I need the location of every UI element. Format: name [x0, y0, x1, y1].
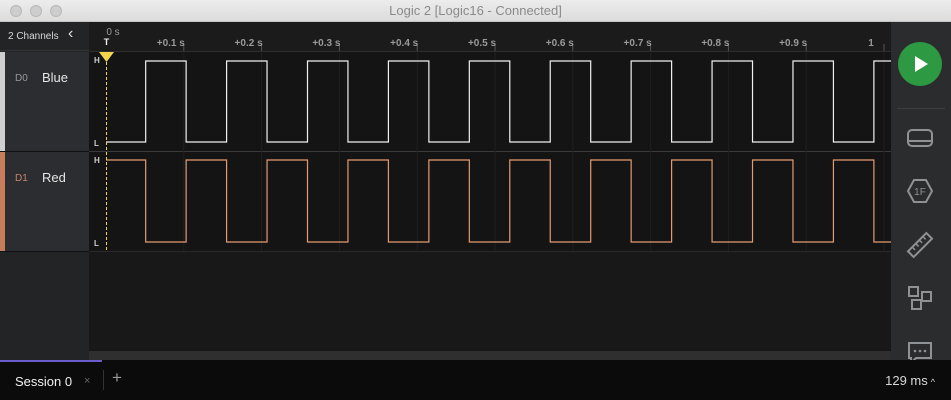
level-high-label: H	[94, 156, 100, 165]
lane-background-d0	[89, 52, 891, 151]
tick-label: +0.6 s	[546, 38, 575, 49]
extensions-icon[interactable]	[906, 284, 934, 312]
tick-label: +0.4 s	[390, 38, 419, 49]
session-tab-label: Session 0	[15, 374, 73, 389]
toolbar-divider	[897, 108, 945, 109]
capture-duration: 129 ms	[885, 373, 928, 388]
right-toolbar: 1F	[891, 22, 951, 366]
horizontal-scrollbar	[89, 351, 891, 360]
lane-background-d1	[89, 152, 891, 251]
start-capture-button[interactable]	[898, 42, 942, 86]
channels-header: 2 Channels ‹	[0, 22, 89, 51]
waveform-view[interactable]: 0 s +0.1 s +0.2 s +0.3 s +0.4 s +0.5 s +0.6 s +…	[89, 22, 891, 360]
tick-label: +0.3 s	[312, 38, 341, 49]
add-session-button[interactable]: +	[112, 368, 122, 388]
channel-row-d0[interactable]: D0 Blue	[0, 52, 89, 152]
chevron-up-icon: ^	[930, 377, 935, 387]
record-icon[interactable]	[906, 124, 934, 152]
channel-color-swatch	[0, 52, 5, 151]
digital-trigger-icon[interactable]: 1F	[906, 177, 934, 205]
svg-text:1F: 1F	[914, 187, 926, 198]
channel-index: D1	[15, 173, 28, 184]
capture-duration-status[interactable]: 129 ms ^	[885, 373, 935, 388]
session-bar: Session 0 × + 129 ms ^	[0, 360, 951, 400]
tick-label: +0.8 s	[701, 38, 730, 49]
close-session-icon[interactable]: ×	[84, 375, 90, 387]
channel-name[interactable]: Blue	[42, 70, 68, 85]
channel-name[interactable]: Red	[42, 170, 66, 185]
tick-label: +0.2 s	[235, 38, 264, 49]
tick-label: +0.9 s	[779, 38, 808, 49]
waveform-canvas[interactable]: 0 s+0.1 s +0.2 s +0.3 s +0.4 s +0.5 s +0.6 s +…	[89, 22, 891, 360]
trigger-label: T	[104, 37, 110, 47]
collapse-panel-icon[interactable]: ‹	[68, 25, 73, 43]
tick-label: 1	[868, 38, 874, 49]
empty-lane-area	[89, 252, 891, 350]
level-low-label: L	[94, 239, 99, 248]
play-icon	[915, 56, 928, 72]
tick-label: +0.5 s	[468, 38, 497, 49]
channel-index: D0	[15, 73, 28, 84]
channel-count: 2 Channels	[8, 31, 59, 42]
window-titlebar: Logic 2 [Logic16 - Connected]	[0, 0, 951, 22]
session-tab[interactable]: Session 0 ×	[0, 360, 102, 400]
channel-color-swatch	[0, 152, 5, 251]
channels-panel: 2 Channels ‹ D0 Blue D1 Red	[0, 22, 89, 360]
measure-icon[interactable]	[906, 231, 934, 259]
level-low-label: L	[94, 139, 99, 148]
channel-row-d1[interactable]: D1 Red	[0, 152, 89, 252]
tick-label: +0.1 s	[157, 38, 186, 49]
window-title: Logic 2 [Logic16 - Connected]	[389, 3, 562, 18]
tab-divider	[103, 370, 104, 390]
tick-label: +0.7 s	[624, 38, 653, 49]
level-high-label: H	[94, 56, 100, 65]
